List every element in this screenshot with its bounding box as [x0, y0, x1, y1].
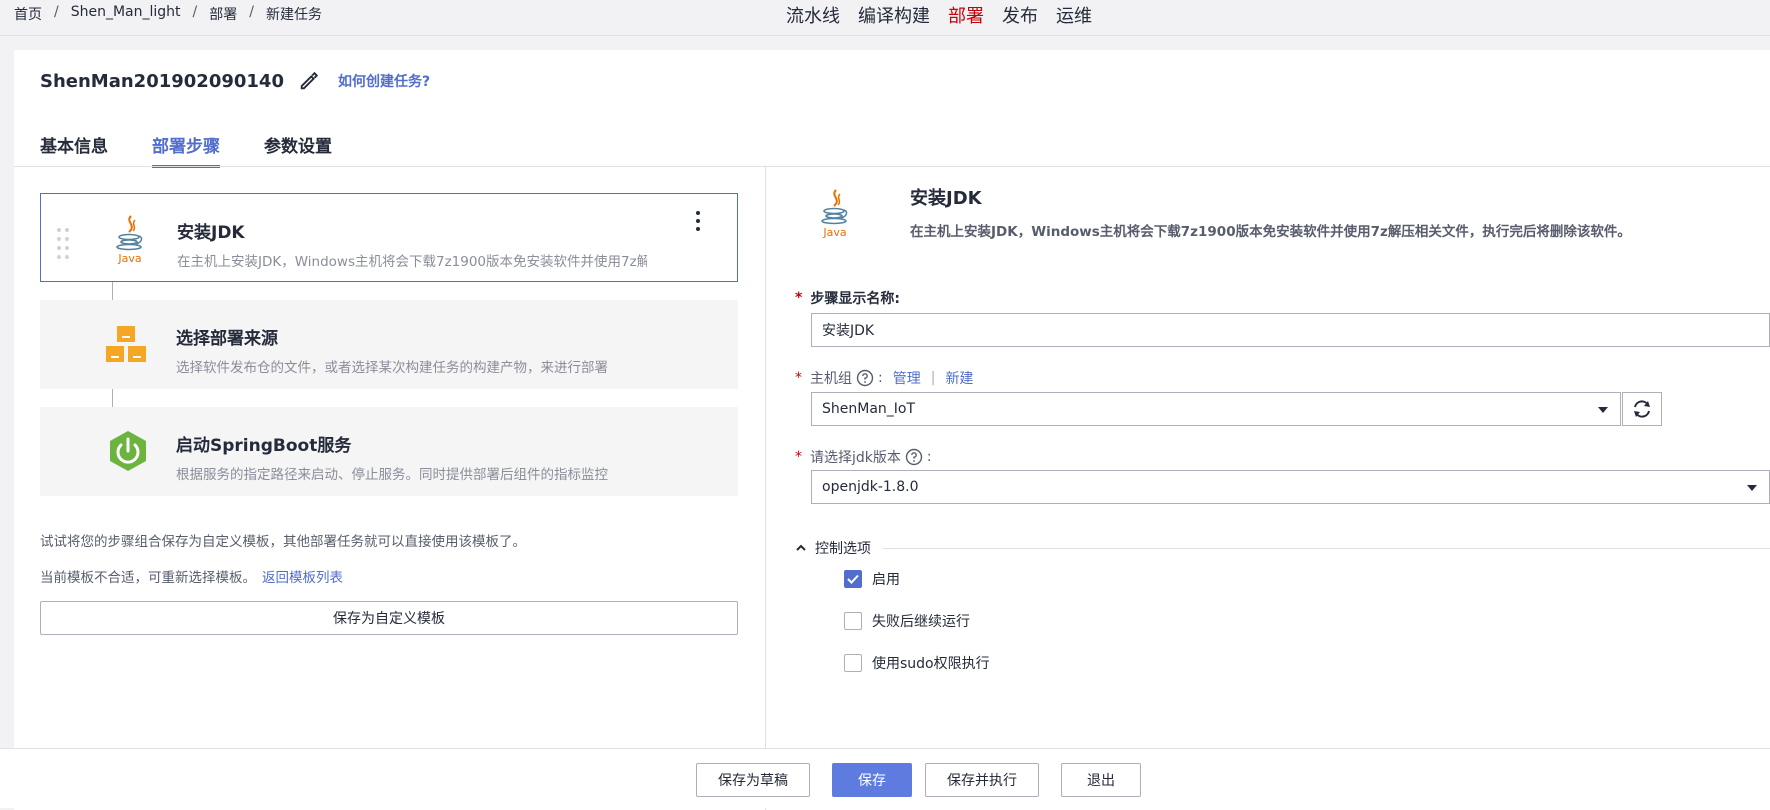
label-colon: :	[878, 370, 883, 386]
chevron-down-icon	[1747, 485, 1757, 491]
top-bar: 首页 / Shen_Man_light / 部署 / 新建任务 流水线 编译构建…	[0, 0, 1770, 36]
breadcrumb-current: 新建任务	[265, 7, 322, 23]
check-continue-on-fail[interactable]: 失败后继续运行	[844, 611, 970, 631]
check-sudo[interactable]: 使用sudo权限执行	[844, 653, 990, 673]
breadcrumb-sep: /	[54, 4, 59, 20]
edit-pencil-icon[interactable]	[298, 70, 320, 92]
continue-on-fail-checkbox[interactable]	[844, 612, 862, 630]
continue-on-fail-label: 失败后继续运行	[872, 614, 970, 630]
help-circle-icon[interactable]	[856, 369, 874, 387]
step-connector	[112, 282, 113, 300]
java-label: Java	[822, 226, 846, 239]
jdk-version-select[interactable]: openjdk-1.8.0	[811, 470, 1770, 504]
required-mark: *	[795, 449, 802, 465]
back-to-template-list-link[interactable]: 返回模板列表	[262, 570, 343, 586]
tabs-divider	[14, 166, 1770, 167]
java-label: Java	[117, 252, 141, 265]
breadcrumb-project[interactable]: Shen_Man_light	[71, 4, 181, 24]
jdk-label-text: 请选择jdk版本	[810, 450, 901, 466]
sudo-checkbox[interactable]	[844, 654, 862, 672]
template-tip: 试试将您的步骤组合保存为自定义模板，其他部署任务就可以直接使用该模板了。	[40, 534, 526, 550]
package-source-icon	[106, 326, 146, 362]
java-icon: Java	[821, 189, 848, 239]
refresh-icon	[1634, 400, 1650, 418]
host-group-label: * 主机组 : 管理 | 新建	[795, 368, 973, 388]
step-card-springboot[interactable]: 启动SpringBoot服务 根据服务的指定路径来启动、停止服务。同时提供部署后…	[40, 407, 738, 496]
chevron-down-icon	[1598, 407, 1608, 413]
host-group-select[interactable]: ShenMan_IoT	[811, 392, 1621, 426]
step-card-select-source[interactable]: 选择部署来源 选择软件发布仓的文件，或者选择某次构建任务的构建产物，来进行部署	[40, 300, 738, 389]
chevron-up-icon	[796, 544, 806, 551]
checkmark-icon	[847, 574, 859, 584]
task-title: ShenMan201902090140	[40, 70, 284, 92]
step-card-install-jdk[interactable]: Java 安装JDK 在主机上安装JDK，Windows主机将会下载7z1900…	[40, 193, 738, 282]
required-mark: *	[795, 290, 803, 306]
step-title: 选择部署来源	[176, 329, 278, 349]
springboot-power-icon	[110, 431, 146, 471]
footer-bar: 保存为草稿 保存 保存并执行 退出	[0, 748, 1770, 808]
nav-deploy[interactable]: 部署	[948, 2, 984, 28]
step-title: 启动SpringBoot服务	[176, 436, 352, 456]
enable-label: 启用	[872, 572, 900, 588]
host-group-label-text: 主机组	[810, 371, 852, 387]
tab-basic-info[interactable]: 基本信息	[40, 132, 108, 168]
template-tip-2: 当前模板不合适，可重新选择模板。 返回模板列表	[40, 566, 343, 586]
pane-divider	[765, 167, 766, 810]
control-options-line	[883, 547, 1770, 549]
step-name-input[interactable]	[811, 313, 1770, 347]
top-nav: 流水线 编译构建 部署 发布 运维	[786, 2, 1092, 28]
detail-desc: 在主机上安装JDK，Windows主机将会下载7z1900版本免安装软件并使用7…	[910, 224, 1631, 240]
enable-checkbox[interactable]	[844, 570, 862, 588]
nav-build[interactable]: 编译构建	[858, 2, 930, 28]
required-mark: *	[795, 370, 802, 386]
detail-title: 安装JDK	[910, 188, 982, 209]
jdk-version-value: openjdk-1.8.0	[822, 479, 919, 495]
save-run-button[interactable]: 保存并执行	[925, 763, 1039, 797]
label-colon: :	[926, 449, 932, 465]
step-desc: 根据服务的指定路径来启动、停止服务。同时提供部署后组件的指标监控	[176, 467, 608, 483]
control-options-header[interactable]: 控制选项	[795, 538, 1770, 558]
how-to-create-link[interactable]: 如何创建任务?	[338, 71, 430, 91]
breadcrumb-deploy[interactable]: 部署	[209, 4, 237, 24]
nav-pipeline[interactable]: 流水线	[786, 2, 840, 28]
breadcrumb-home[interactable]: 首页	[14, 4, 42, 24]
step-name-label-text: 步骤显示名称:	[810, 291, 900, 307]
template-tip-text: 当前模板不合适，可重新选择模板。	[40, 570, 256, 586]
refresh-button[interactable]	[1622, 392, 1662, 426]
breadcrumb-sep: /	[192, 4, 198, 20]
step-connector	[112, 389, 113, 407]
control-options-title: 控制选项	[815, 541, 871, 557]
save-as-template-button[interactable]: 保存为自定义模板	[40, 601, 738, 635]
tab-deploy-steps[interactable]: 部署步骤	[152, 132, 220, 168]
step-title: 安装JDK	[177, 223, 245, 243]
sudo-label: 使用sudo权限执行	[872, 656, 990, 672]
nav-release[interactable]: 发布	[1002, 2, 1038, 28]
nav-ops[interactable]: 运维	[1056, 2, 1092, 28]
jdk-version-label: * 请选择jdk版本 :	[795, 447, 932, 467]
step-desc: 选择软件发布仓的文件，或者选择某次构建任务的构建产物，来进行部署	[176, 360, 608, 376]
step-desc: 在主机上安装JDK，Windows主机将会下载7z1900版本免安装软件并使用7…	[177, 254, 647, 270]
step-name-label: * 步骤显示名称:	[795, 288, 900, 308]
breadcrumb-sep: /	[249, 4, 254, 20]
more-vertical-icon[interactable]	[693, 210, 703, 232]
tab-bar: 基本信息 部署步骤 参数设置	[40, 132, 332, 168]
java-icon: Java	[116, 215, 143, 265]
host-group-manage-link[interactable]: 管理	[893, 368, 921, 388]
save-button[interactable]: 保存	[832, 763, 912, 797]
title-row: ShenMan201902090140 如何创建任务?	[40, 70, 430, 92]
breadcrumb: 首页 / Shen_Man_light / 部署 / 新建任务	[14, 4, 322, 24]
main-panel: ShenMan201902090140 如何创建任务? 基本信息 部署步骤 参数…	[14, 50, 1770, 810]
tab-params[interactable]: 参数设置	[264, 132, 332, 168]
host-group-new-link[interactable]: 新建	[945, 368, 973, 388]
help-circle-icon[interactable]	[905, 448, 923, 466]
check-enable[interactable]: 启用	[844, 569, 900, 589]
save-draft-button[interactable]: 保存为草稿	[696, 763, 810, 797]
exit-button[interactable]: 退出	[1061, 763, 1141, 797]
drag-handle-icon[interactable]	[55, 226, 71, 262]
label-divider: |	[930, 370, 936, 386]
host-group-value: ShenMan_IoT	[822, 401, 916, 417]
